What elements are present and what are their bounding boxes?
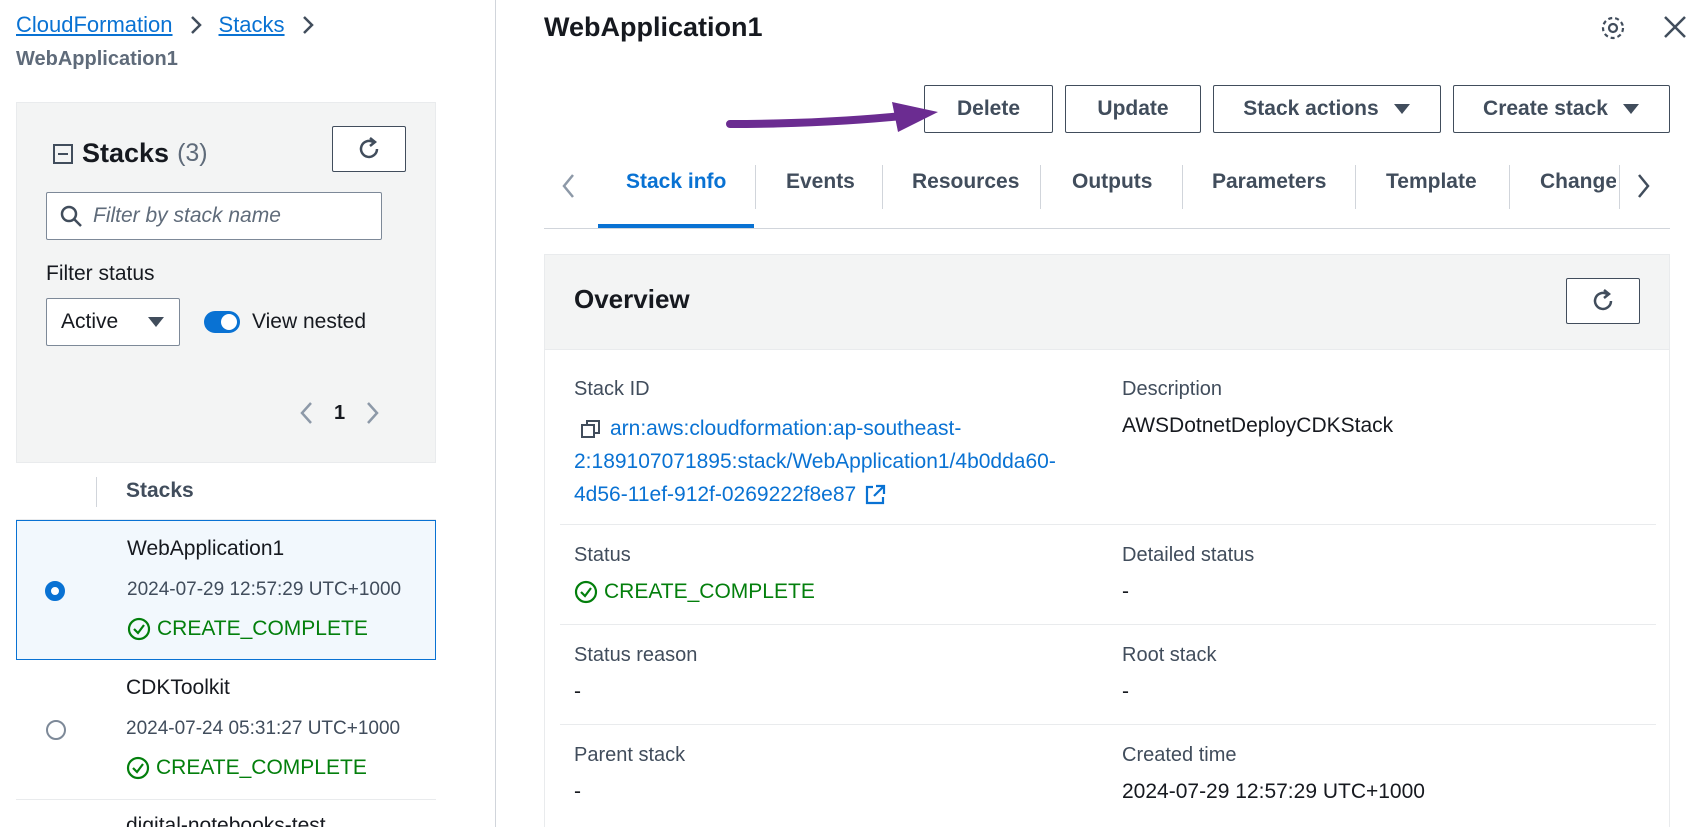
filter-status-label: Filter status [46, 262, 155, 285]
stack-status-text: CREATE_COMPLETE [156, 756, 367, 779]
overview-header [545, 255, 1669, 350]
tabs-scroll-right-icon[interactable] [1636, 172, 1652, 200]
panel-divider[interactable] [495, 0, 496, 827]
stack-time: 2024-07-24 05:31:27 UTC+1000 [126, 718, 401, 739]
table-row[interactable]: WebApplication1 2024-07-29 12:57:29 UTC+… [16, 520, 436, 660]
stack-actions-button[interactable]: Stack actions [1213, 85, 1441, 133]
parent-stack-value: - [574, 780, 581, 803]
status-value: CREATE_COMPLETE [574, 580, 815, 604]
breadcrumb-stacks[interactable]: Stacks [219, 12, 285, 38]
status-reason-value: - [574, 680, 581, 703]
chevron-right-icon [190, 16, 202, 34]
tab-resources[interactable]: Resources [912, 170, 1019, 200]
stack-name[interactable]: digital-notebooks-test [126, 814, 326, 827]
stack-id-line3[interactable]: 4d56-11ef-912f-0269222f8e87 [574, 478, 856, 511]
detailed-status-label: Detailed status [1122, 544, 1255, 566]
stack-search-input[interactable]: Filter by stack name [46, 192, 382, 240]
stack-id-line1[interactable]: arn:aws:cloudformation:ap-southeast- [610, 412, 961, 445]
collapse-icon[interactable] [52, 143, 74, 165]
chevron-left-icon[interactable] [298, 400, 314, 426]
caret-down-icon [148, 317, 164, 327]
create-stack-label: Create stack [1483, 97, 1608, 120]
view-nested-toggle[interactable]: View nested [204, 310, 366, 334]
toggle-switch[interactable] [204, 311, 240, 333]
stack-name[interactable]: CDKToolkit [126, 676, 230, 700]
stacks-title: Stacks [82, 138, 170, 168]
stack-id-line2[interactable]: 2:189107071895:stack/WebApplication1/4b0… [574, 445, 1056, 478]
chevron-right-icon[interactable] [365, 400, 381, 426]
stack-status-text: CREATE_COMPLETE [157, 617, 368, 640]
tab-change[interactable]: Change [1540, 170, 1616, 200]
check-circle-icon [126, 756, 150, 780]
stack-status: CREATE_COMPLETE [127, 617, 368, 641]
stacks-header: Stacks (3) [52, 138, 208, 169]
tab-outputs[interactable]: Outputs [1072, 170, 1152, 200]
annotation-arrow-icon [726, 102, 938, 132]
status-reason-label: Status reason [574, 644, 698, 666]
tabs-scroll-left-icon[interactable] [560, 172, 576, 200]
radio-selected[interactable] [45, 581, 65, 601]
refresh-icon [1593, 289, 1613, 311]
breadcrumb-current: WebApplication1 [16, 48, 178, 70]
caret-down-icon [1393, 104, 1410, 114]
parent-stack-label: Parent stack [574, 744, 686, 766]
table-header: Stacks [16, 462, 436, 520]
table-row[interactable]: digital-notebooks-test [16, 800, 436, 827]
refresh-icon [359, 137, 379, 159]
tab-template[interactable]: Template [1386, 170, 1477, 200]
gear-icon[interactable] [1599, 14, 1627, 42]
stacks-count: (3) [177, 139, 208, 167]
refresh-button[interactable] [332, 126, 406, 172]
external-link-icon[interactable] [864, 484, 886, 506]
filter-status-select[interactable]: Active [46, 298, 180, 346]
column-header-stacks[interactable]: Stacks [126, 479, 194, 503]
stack-name[interactable]: WebApplication1 [127, 537, 284, 561]
caret-down-icon [1622, 104, 1639, 114]
overview-card [544, 254, 1670, 827]
breadcrumb-cloudformation[interactable]: CloudFormation [16, 12, 173, 38]
description-label: Description [1122, 378, 1223, 400]
root-stack-label: Root stack [1122, 644, 1217, 666]
update-button[interactable]: Update [1065, 85, 1201, 133]
created-time-label: Created time [1122, 744, 1237, 766]
search-icon [60, 205, 82, 227]
tab-stack-info[interactable]: Stack info [626, 170, 726, 200]
search-placeholder: Filter by stack name [93, 204, 281, 227]
tab-parameters[interactable]: Parameters [1212, 170, 1326, 200]
stack-id-label: Stack ID [574, 378, 650, 400]
created-time-value: 2024-07-29 12:57:29 UTC+1000 [1122, 780, 1425, 803]
overview-title: Overview [574, 284, 690, 314]
stacks-panel: CloudFormation Stacks WebApplication1 St… [0, 0, 495, 827]
pagination: 1 [298, 400, 381, 426]
page-title: WebApplication1 [544, 12, 763, 42]
detailed-status-value: - [1122, 580, 1129, 603]
root-stack-value: - [1122, 680, 1129, 703]
stack-id-value[interactable]: arn:aws:cloudformation:ap-southeast- 2:1… [574, 412, 1056, 511]
table-row[interactable]: CDKToolkit 2024-07-24 05:31:27 UTC+1000 … [16, 660, 436, 800]
check-circle-icon [574, 580, 598, 604]
view-nested-label: View nested [252, 310, 367, 333]
overview-refresh-button[interactable] [1566, 278, 1640, 324]
close-icon[interactable] [1662, 14, 1688, 40]
radio-unselected[interactable] [46, 720, 66, 740]
description-value: AWSDotnetDeployCDKStack [1122, 414, 1394, 437]
copy-icon[interactable] [580, 418, 602, 440]
check-circle-icon [127, 617, 151, 641]
create-stack-button[interactable]: Create stack [1453, 85, 1670, 133]
tabs-underline [544, 228, 1670, 229]
chevron-right-icon [302, 16, 314, 34]
status-label: Status [574, 544, 631, 566]
stack-status: CREATE_COMPLETE [126, 756, 367, 780]
page-number[interactable]: 1 [334, 402, 345, 425]
status-value-text: CREATE_COMPLETE [604, 580, 815, 603]
breadcrumb: CloudFormation Stacks [16, 12, 315, 38]
stack-time: 2024-07-29 12:57:29 UTC+1000 [127, 579, 402, 600]
delete-button[interactable]: Delete [924, 85, 1053, 133]
stack-actions-label: Stack actions [1243, 97, 1379, 120]
tab-events[interactable]: Events [786, 170, 855, 200]
filter-status-value: Active [61, 310, 119, 333]
